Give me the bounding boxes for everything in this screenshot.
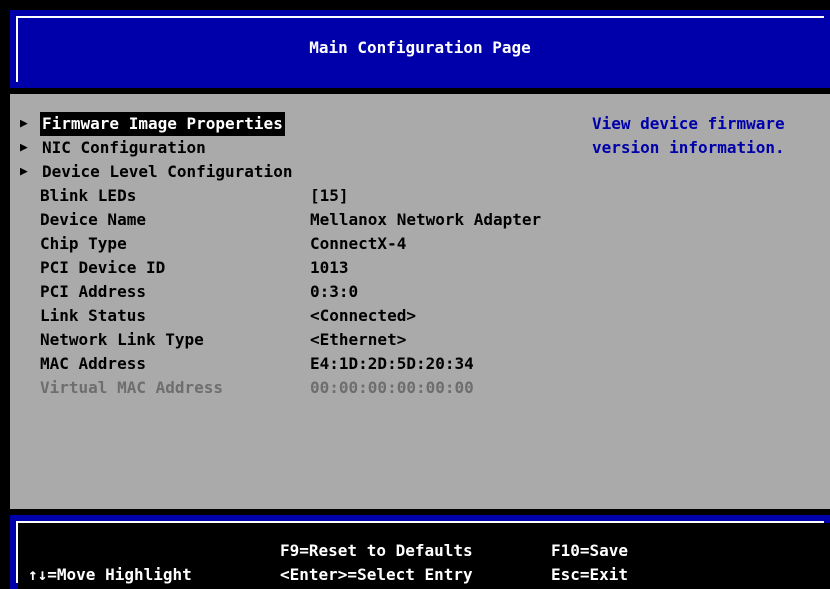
field-value: 1013 <box>310 258 349 277</box>
hint-select-entry: <Enter>=Select Entry <box>280 565 473 584</box>
field-label: PCI Address <box>40 282 146 301</box>
field-value: 0:3:0 <box>310 282 359 301</box>
hint-move-highlight: ↑↓=Move Highlight <box>28 565 192 584</box>
field-value: Mellanox Network Adapter <box>310 210 542 229</box>
hint-reset-defaults: F9=Reset to Defaults <box>280 541 473 560</box>
triangle-right-icon: ▶ <box>20 116 28 131</box>
field-label: Network Link Type <box>40 330 204 349</box>
footer-inner: ↑↓=Move Highlight F9=Reset to Defaults <… <box>18 523 830 589</box>
nav-item-label[interactable]: NIC Configuration <box>40 136 208 160</box>
nav-item-label[interactable]: Firmware Image Properties <box>40 112 285 136</box>
page-title: Main Configuration Page <box>309 38 531 57</box>
field-value: 00:00:00:00:00:00 <box>310 378 474 397</box>
field-label: Device Name <box>40 210 146 229</box>
network-link-type-select[interactable]: <Ethernet> <box>310 328 406 352</box>
field-value: <Connected> <box>310 306 416 325</box>
title-bar: Main Configuration Page <box>10 10 830 88</box>
field-label: Blink LEDs <box>40 186 137 205</box>
bios-screen: Main Configuration Page ▶ Firmware Image… <box>0 0 830 589</box>
field-value: ConnectX-4 <box>310 234 407 253</box>
nav-item-label[interactable]: Device Level Configuration <box>40 160 294 184</box>
field-label: MAC Address <box>40 354 146 373</box>
triangle-right-icon: ▶ <box>20 140 28 155</box>
hint-save: F10=Save <box>551 541 629 560</box>
field-label: Virtual MAC Address <box>40 378 224 397</box>
field-label: PCI Device ID <box>40 258 166 277</box>
triangle-right-icon: ▶ <box>20 164 28 179</box>
help-text: View device firmware version information… <box>592 114 785 157</box>
main-panel: ▶ Firmware Image Properties ▶ NIC Config… <box>10 94 830 509</box>
footer-bar: ↑↓=Move Highlight F9=Reset to Defaults <… <box>10 515 830 589</box>
hint-exit: Esc=Exit <box>551 565 629 584</box>
field-label: Chip Type <box>40 234 127 253</box>
field-label: Link Status <box>40 306 146 325</box>
field-value: E4:1D:2D:5D:20:34 <box>310 354 474 373</box>
blink-leds-input[interactable]: [15] <box>310 184 349 208</box>
